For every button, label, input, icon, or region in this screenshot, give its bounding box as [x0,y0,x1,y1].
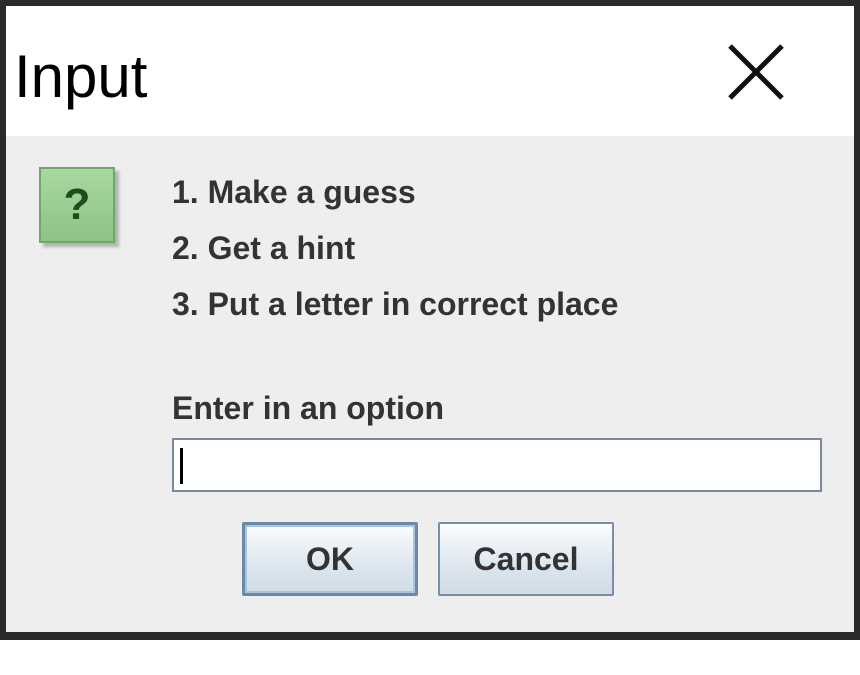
message-line-2: 2. Get a hint [172,230,356,266]
window-frame: Input ? 1. Make a guess 2. Get a hint 3.… [0,0,860,640]
input-dialog: Input ? 1. Make a guess 2. Get a hint 3.… [6,6,854,632]
message-line-1: 1. Make a guess [172,174,416,210]
text-caret [180,448,183,484]
close-button[interactable] [706,22,806,122]
question-glyph: ? [63,180,91,229]
dialog-title: Input [14,43,148,110]
question-icon: ? [39,167,115,243]
message-line-3: 3. Put a letter in correct place [172,286,619,322]
ok-button[interactable]: OK [242,522,418,596]
prompt-label: Enter in an option [172,390,444,426]
title-bar[interactable]: Input [6,6,854,136]
option-input[interactable] [172,438,822,492]
close-icon [728,44,784,100]
cancel-button[interactable]: Cancel [438,522,614,596]
